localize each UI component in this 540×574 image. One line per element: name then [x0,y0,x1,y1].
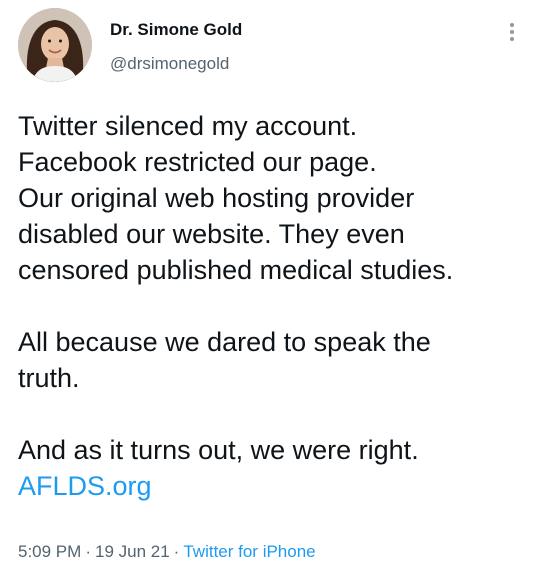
tweet-text: Twitter silenced my account. Facebook re… [18,108,528,504]
meta-separator: · [85,542,91,561]
tweet-source-link[interactable]: Twitter for iPhone [183,542,315,561]
profile-photo-icon [18,8,92,82]
meta-separator: · [173,542,180,561]
tweet-line: truth. [18,363,80,393]
tweet-line: Facebook restricted our page. [18,147,377,177]
tweet-card: Dr. Simone Gold @drsimonegold Twitter si… [0,0,540,574]
author-display-name[interactable]: Dr. Simone Gold [110,20,242,40]
tweet-line: censored published medical studies. [18,255,454,285]
tweet-time: 5:09 PM [18,542,82,561]
tweet-line: All because we dared to speak the [18,327,431,357]
tweet-line: Twitter silenced my account. [18,111,358,141]
tweet-date: 19 Jun 21 [94,542,170,561]
more-options-icon[interactable] [504,18,520,46]
author-handle[interactable]: @drsimonegold [110,54,229,74]
avatar[interactable] [18,8,92,82]
tweet-metadata: 5:09 PM · 19 Jun 21 · Twitter for iPhone [18,542,316,562]
tweet-line: disabled our website. They even [18,219,405,249]
tweet-link[interactable]: AFLDS.org [18,471,152,501]
tweet-line: And as it turns out, we were right. [18,435,419,465]
tweet-line: Our original web hosting provider [18,183,415,213]
